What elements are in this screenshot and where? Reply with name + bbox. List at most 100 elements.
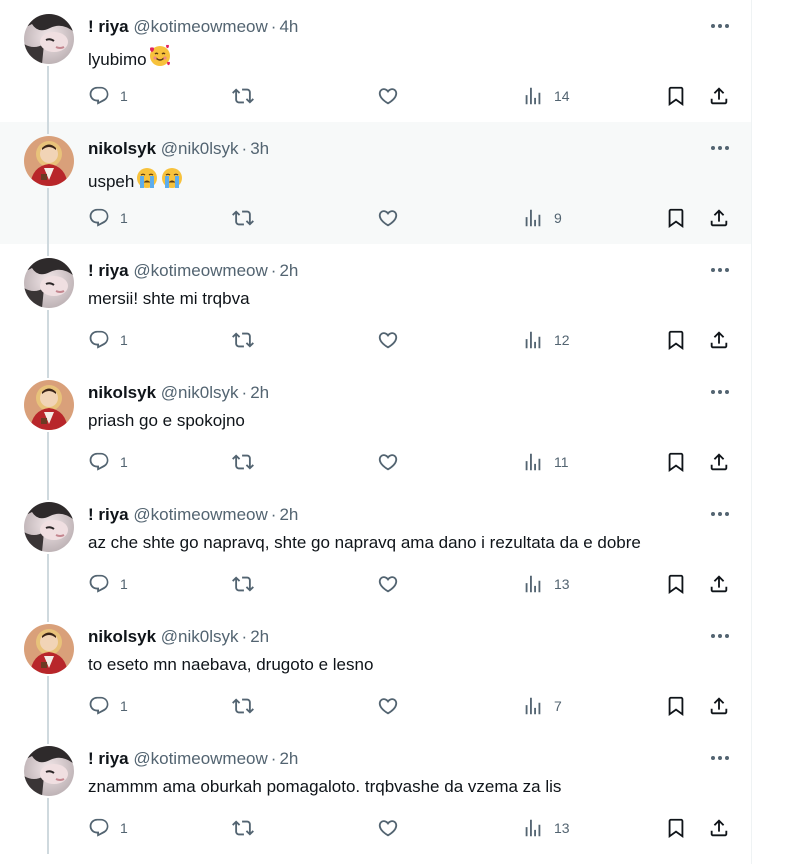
reply-button[interactable]: 1 (88, 328, 128, 352)
tweet-header: nikolsyk @nik0lsyk · 3h (88, 138, 269, 160)
tweet[interactable]: ! riya @kotimeowmeow · 4h lyubimo 1 14 (0, 0, 751, 122)
like-button[interactable] (377, 694, 399, 718)
bookmark-button[interactable] (665, 450, 687, 474)
tweet-actions: 1 14 (0, 84, 751, 108)
tweet-header: ! riya @kotimeowmeow · 2h (88, 748, 298, 770)
display-name[interactable]: nikolsyk (88, 139, 156, 158)
like-button[interactable] (377, 206, 399, 230)
retweet-button[interactable] (231, 84, 255, 108)
more-icon[interactable] (708, 260, 732, 280)
display-name[interactable]: nikolsyk (88, 627, 156, 646)
bookmark-button[interactable] (665, 694, 687, 718)
user-handle[interactable]: @kotimeowmeow (133, 505, 267, 524)
retweet-button[interactable] (231, 694, 255, 718)
bookmark-button[interactable] (665, 328, 687, 352)
reply-button[interactable]: 1 (88, 694, 128, 718)
more-icon[interactable] (708, 504, 732, 524)
user-handle[interactable]: @nik0lsyk (161, 139, 239, 158)
avatar[interactable] (24, 746, 74, 796)
retweet-button[interactable] (231, 206, 255, 230)
tweet-text: znammm ama oburkah pomagaloto. trqbvashe… (88, 776, 561, 798)
timestamp[interactable]: 3h (250, 139, 269, 158)
user-handle[interactable]: @kotimeowmeow (133, 749, 267, 768)
display-name[interactable]: ! riya (88, 749, 129, 768)
views-button[interactable]: 11 (522, 450, 569, 474)
like-button[interactable] (377, 816, 399, 840)
avatar[interactable] (24, 380, 74, 430)
reply-button[interactable]: 1 (88, 816, 128, 840)
timestamp[interactable]: 2h (250, 383, 269, 402)
tweet-actions: 1 13 (0, 572, 751, 596)
bookmark-icon (665, 817, 687, 839)
timestamp[interactable]: 2h (279, 261, 298, 280)
avatar[interactable] (24, 14, 74, 64)
tweet[interactable]: ! riya @kotimeowmeow · 2h mersii! shte mi t… (0, 244, 751, 366)
share-button[interactable] (708, 206, 730, 230)
views-button[interactable]: 12 (522, 328, 570, 352)
timestamp[interactable]: 2h (279, 749, 298, 768)
bookmark-icon (665, 329, 687, 351)
retweet-button[interactable] (231, 572, 255, 596)
like-button[interactable] (377, 84, 399, 108)
avatar[interactable] (24, 258, 74, 308)
like-button[interactable] (377, 328, 399, 352)
more-icon[interactable] (708, 382, 732, 402)
views-button[interactable]: 13 (522, 572, 570, 596)
share-button[interactable] (708, 694, 730, 718)
timestamp[interactable]: 2h (250, 627, 269, 646)
tweet-header: ! riya @kotimeowmeow · 2h (88, 504, 298, 526)
bookmark-button[interactable] (665, 206, 687, 230)
tweet-text-content: uspeh (88, 172, 135, 191)
more-icon[interactable] (708, 626, 732, 646)
more-icon[interactable] (708, 748, 732, 768)
like-button[interactable] (377, 450, 399, 474)
avatar[interactable] (24, 136, 74, 186)
tweet[interactable]: ! riya @kotimeowmeow · 2h az che shte go na… (0, 488, 751, 610)
tweet[interactable]: nikolsyk @nik0lsyk · 2h priash go e spokojn… (0, 366, 751, 488)
tweet-actions: 1 13 (0, 816, 751, 840)
share-button[interactable] (708, 328, 730, 352)
reply-button[interactable]: 1 (88, 206, 128, 230)
display-name[interactable]: ! riya (88, 505, 129, 524)
user-handle[interactable]: @kotimeowmeow (133, 261, 267, 280)
reply-button[interactable]: 1 (88, 450, 128, 474)
reply-button[interactable]: 1 (88, 84, 128, 108)
views-button[interactable]: 13 (522, 816, 570, 840)
user-handle[interactable]: @nik0lsyk (161, 383, 239, 402)
avatar[interactable] (24, 624, 74, 674)
display-name[interactable]: ! riya (88, 261, 129, 280)
views-button[interactable]: 9 (522, 206, 562, 230)
bookmark-icon (665, 573, 687, 595)
bookmark-button[interactable] (665, 816, 687, 840)
share-button[interactable] (708, 572, 730, 596)
share-icon (708, 817, 730, 839)
like-icon (377, 207, 399, 229)
bookmark-button[interactable] (665, 572, 687, 596)
share-button[interactable] (708, 450, 730, 474)
user-handle[interactable]: @nik0lsyk (161, 627, 239, 646)
display-name[interactable]: nikolsyk (88, 383, 156, 402)
retweet-button[interactable] (231, 328, 255, 352)
display-name[interactable]: ! riya (88, 17, 129, 36)
avatar[interactable] (24, 502, 74, 552)
tweet[interactable]: ! riya @kotimeowmeow · 2h znammm ama oburka… (0, 732, 751, 854)
timestamp[interactable]: 2h (279, 505, 298, 524)
retweet-button[interactable] (231, 450, 255, 474)
like-button[interactable] (377, 572, 399, 596)
timestamp[interactable]: 4h (279, 17, 298, 36)
more-icon[interactable] (708, 16, 732, 36)
user-handle[interactable]: @kotimeowmeow (133, 17, 267, 36)
share-button[interactable] (708, 816, 730, 840)
bookmark-button[interactable] (665, 84, 687, 108)
retweet-button[interactable] (231, 816, 255, 840)
share-button[interactable] (708, 84, 730, 108)
tweet-text-content: znammm ama oburkah pomagaloto. trqbvashe… (88, 777, 562, 796)
tweet[interactable]: nikolsyk @nik0lsyk · 2h to eseto mn naebava… (0, 610, 751, 732)
views-button[interactable]: 14 (522, 84, 570, 108)
views-button[interactable]: 7 (522, 694, 562, 718)
tweet[interactable]: nikolsyk @nik0lsyk · 3h uspeh 1 9 (0, 122, 751, 244)
bookmark-icon (665, 85, 687, 107)
more-icon[interactable] (708, 138, 732, 158)
views-count: 13 (554, 820, 570, 836)
reply-button[interactable]: 1 (88, 572, 128, 596)
